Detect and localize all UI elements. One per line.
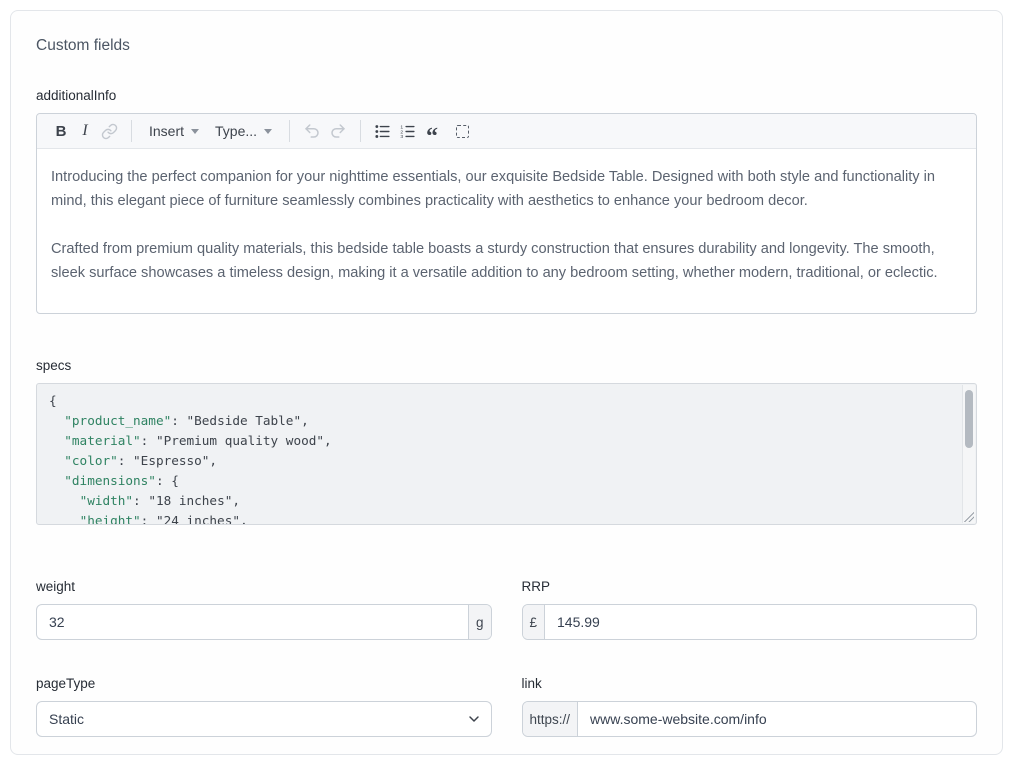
insert-dropdown[interactable]: Insert xyxy=(141,118,207,144)
scrollbar-track[interactable] xyxy=(962,385,975,523)
rrp-input-group: £ xyxy=(522,604,978,640)
specs-code-editor[interactable]: { "product_name": "Bedside Table", "mate… xyxy=(36,383,977,525)
bold-button[interactable]: B xyxy=(49,118,73,144)
json-line: "material": "Premium quality wood", xyxy=(49,431,952,451)
redo-icon xyxy=(329,122,347,140)
rrp-input[interactable] xyxy=(545,605,976,639)
link-input-group: https:// xyxy=(522,701,978,737)
json-line: "product_name": "Bedside Table", xyxy=(49,411,952,431)
redo-button[interactable] xyxy=(325,118,351,144)
json-line: { xyxy=(49,391,952,411)
protocol-addon: https:// xyxy=(523,702,579,736)
ordered-list-button[interactable]: 1 2 3 xyxy=(395,118,420,144)
json-line: "color": "Espresso", xyxy=(49,451,952,471)
weight-input[interactable] xyxy=(37,605,468,639)
rich-text-editor: B I Insert Type... xyxy=(36,113,977,314)
scrollbar-thumb[interactable] xyxy=(965,390,973,448)
type-dropdown-label: Type... xyxy=(215,123,257,139)
custom-fields-card: Custom fields additionalInfo B I Insert xyxy=(10,10,1003,755)
currency-addon: £ xyxy=(523,605,546,639)
chevron-down-icon xyxy=(264,129,272,134)
svg-text:1: 1 xyxy=(400,124,403,130)
italic-button[interactable]: I xyxy=(73,118,97,144)
editor-paragraph: Crafted from premium quality materials, … xyxy=(51,237,962,285)
page-type-label: pageType xyxy=(36,676,492,692)
toolbar-divider xyxy=(360,120,361,142)
bullet-list-icon xyxy=(374,123,391,140)
blockquote-icon: “ xyxy=(426,132,438,142)
chevron-down-icon xyxy=(191,129,199,134)
page-type-select-wrap: Static xyxy=(36,701,492,737)
code-block-button[interactable] xyxy=(450,118,474,144)
bullet-list-button[interactable] xyxy=(370,118,395,144)
toolbar-divider xyxy=(131,120,132,142)
weight-unit-addon: g xyxy=(468,605,491,639)
toolbar-divider xyxy=(289,120,290,142)
json-line: "width": "18 inches", xyxy=(49,491,952,511)
ordered-list-icon: 1 2 3 xyxy=(399,123,416,140)
rrp-label: RRP xyxy=(522,579,978,595)
link-button[interactable] xyxy=(97,118,122,144)
svg-text:3: 3 xyxy=(400,134,403,140)
specs-label: specs xyxy=(36,358,977,374)
page-type-select[interactable]: Static xyxy=(36,701,492,737)
link-icon xyxy=(101,123,118,140)
card-title: Custom fields xyxy=(36,37,977,55)
specs-code-content: { "product_name": "Bedside Table", "mate… xyxy=(37,384,976,525)
undo-button[interactable] xyxy=(299,118,325,144)
json-line: "height": "24 inches", xyxy=(49,511,952,525)
type-dropdown[interactable]: Type... xyxy=(207,118,280,144)
rte-toolbar: B I Insert Type... xyxy=(37,114,976,149)
additional-info-label: additionalInfo xyxy=(36,88,977,104)
json-line: "dimensions": { xyxy=(49,471,952,491)
rte-content[interactable]: Introducing the perfect companion for yo… xyxy=(37,149,976,313)
editor-paragraph: Introducing the perfect companion for yo… xyxy=(51,165,962,213)
resize-handle[interactable] xyxy=(964,512,974,522)
weight-input-group: g xyxy=(36,604,492,640)
weight-label: weight xyxy=(36,579,492,595)
dashed-square-icon xyxy=(456,125,469,138)
svg-text:2: 2 xyxy=(400,129,403,135)
insert-dropdown-label: Insert xyxy=(149,123,184,139)
link-input[interactable] xyxy=(578,702,976,736)
link-label: link xyxy=(522,676,978,692)
undo-icon xyxy=(303,122,321,140)
blockquote-button[interactable]: “ xyxy=(420,118,444,144)
